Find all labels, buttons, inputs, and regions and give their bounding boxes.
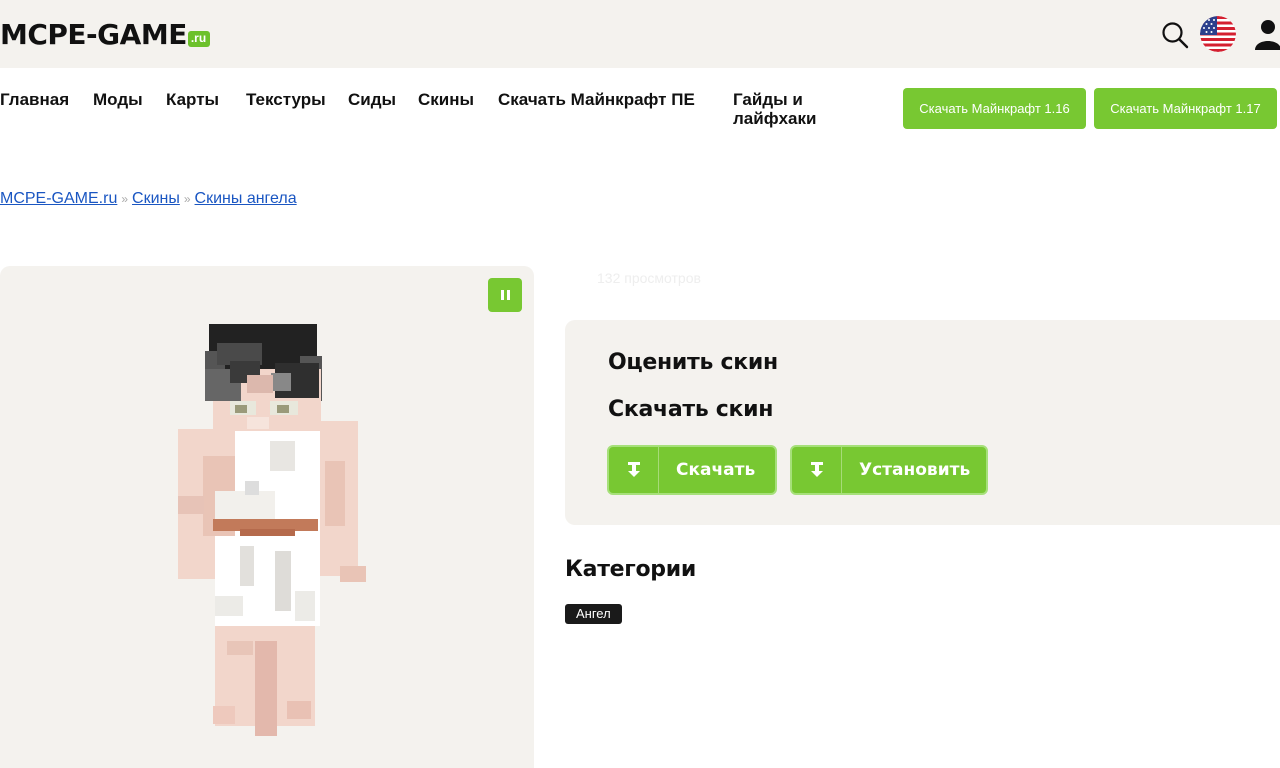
nav-item-skins[interactable]: Скины: [418, 90, 474, 109]
site-logo[interactable]: MCPE-GAME .ru: [0, 18, 211, 52]
nav-item-download-mcpe[interactable]: Скачать Майнкрафт ПЕ: [498, 90, 698, 109]
download-skin-button[interactable]: Скачать: [607, 445, 777, 495]
logo-text: MCPE-GAME: [0, 18, 187, 51]
nav-item-maps[interactable]: Карты: [166, 90, 219, 109]
pause-animation-button[interactable]: [488, 278, 522, 312]
main-nav: Главная Моды Карты Текстуры Сиды Скины С…: [0, 68, 1280, 148]
breadcrumb-separator: »: [183, 192, 191, 206]
skin-actions-box: Оценить скин Скачать скин Скачать Устано…: [565, 320, 1280, 525]
views-count: 132 просмотров: [597, 270, 701, 286]
category-tag-angel[interactable]: Ангел: [565, 604, 622, 624]
download-skin-title: Скачать скин: [608, 397, 774, 422]
breadcrumb-separator: »: [121, 192, 129, 206]
breadcrumb: MCPE-GAME.ru » Скины» Скины ангела: [0, 189, 297, 209]
nav-item-mods[interactable]: Моды: [93, 90, 143, 109]
pause-icon-bar: [506, 290, 510, 300]
breadcrumb-skins-link[interactable]: Скины: [132, 190, 180, 207]
download-minecraft-117-button[interactable]: Скачать Майнкрафт 1.17: [1094, 88, 1277, 129]
pause-icon: [500, 290, 504, 300]
site-header: MCPE-GAME .ru: [0, 0, 1280, 68]
download-icon: [609, 447, 659, 493]
us-flag-icon[interactable]: [1200, 16, 1236, 52]
skin-preview-panel: [0, 266, 534, 768]
categories-title: Категории: [565, 557, 696, 582]
nav-item-textures[interactable]: Текстуры: [246, 90, 326, 109]
download-button-label: Скачать: [676, 460, 756, 480]
user-icon[interactable]: [1252, 18, 1280, 50]
search-icon[interactable]: [1160, 20, 1190, 50]
download-minecraft-116-button[interactable]: Скачать Майнкрафт 1.16: [903, 88, 1086, 129]
breadcrumb-current-link[interactable]: Скины ангела: [195, 190, 297, 207]
install-skin-button[interactable]: Установить: [790, 445, 988, 495]
rate-skin-title: Оценить скин: [608, 350, 778, 375]
nav-item-guides[interactable]: Гайды и лайфхаки: [733, 90, 843, 128]
breadcrumb-home-link[interactable]: MCPE-GAME.ru: [0, 190, 117, 207]
nav-item-seeds[interactable]: Сиды: [348, 90, 396, 109]
install-button-label: Установить: [859, 460, 971, 480]
logo-tld-badge: .ru: [187, 31, 211, 47]
install-icon: [792, 447, 842, 493]
nav-item-home[interactable]: Главная: [0, 90, 69, 109]
skin-3d-preview[interactable]: [175, 321, 370, 741]
